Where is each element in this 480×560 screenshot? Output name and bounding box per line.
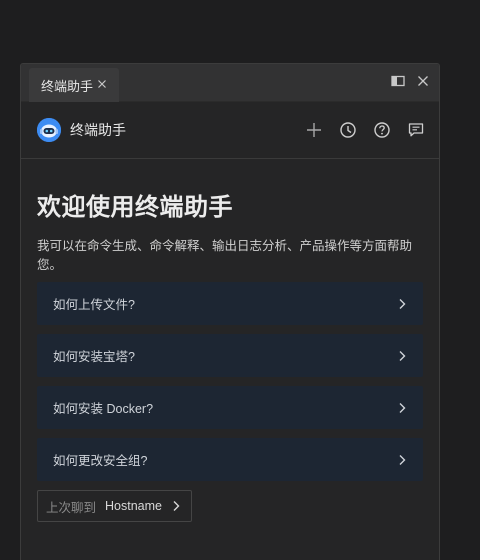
welcome-subtitle: 我可以在命令生成、命令解释、输出日志分析、产品操作等方面帮助您。 [37,239,413,272]
chevron-right-icon [399,350,406,361]
chevron-right-icon [399,454,406,465]
last-chat-button[interactable]: 上次聊到 Hostname [37,490,192,522]
question-label: 如何安装宝塔? [53,350,135,364]
chevron-right-icon [173,501,180,511]
question-change-security-group[interactable]: 如何更改安全组? [37,438,423,481]
tab-terminal-assistant[interactable]: 终端助手 [29,68,119,102]
welcome-title: 欢迎使用终端助手 [37,194,233,221]
tabbar-actions [391,75,429,87]
chevron-right-icon [399,298,406,309]
question-label: 如何安装 Docker? [53,402,154,416]
tab-label: 终端助手 [41,78,94,94]
help-circle-icon[interactable] [373,121,391,139]
question-install-docker[interactable]: 如何安装 Docker? [37,386,423,429]
split-panel-icon[interactable] [391,75,405,87]
welcome-content: 欢迎使用终端助手 我可以在命令生成、命令解释、输出日志分析、产品操作等方面帮助您… [21,159,439,522]
header-actions [305,121,425,139]
close-icon[interactable] [417,75,429,87]
question-label: 如何更改安全组? [53,454,148,468]
assistant-panel: 终端助手 终端助手 欢迎使用终端助手 我可以在命令生成、命令解释、输出日志分析、… [20,63,440,560]
question-install-baota[interactable]: 如何安装宝塔? [37,334,423,377]
question-upload-file[interactable]: 如何上传文件? [37,282,423,325]
close-icon[interactable] [96,78,108,90]
last-chat-host: Hostname [105,499,162,513]
last-chat-label: 上次聊到 [46,500,97,515]
chevron-right-icon [399,402,406,413]
suggested-questions: 如何上传文件? 如何安装宝塔? 如何安装 Docker? 如何更改安全组? [37,282,423,481]
question-label: 如何上传文件? [53,298,135,312]
clock-icon[interactable] [339,121,357,139]
plus-icon[interactable] [305,121,323,139]
tab-bar: 终端助手 [21,64,439,102]
message-edit-icon[interactable] [407,121,425,139]
assistant-logo [37,118,61,142]
header-title: 终端助手 [70,122,126,138]
assistant-header: 终端助手 [21,102,439,159]
